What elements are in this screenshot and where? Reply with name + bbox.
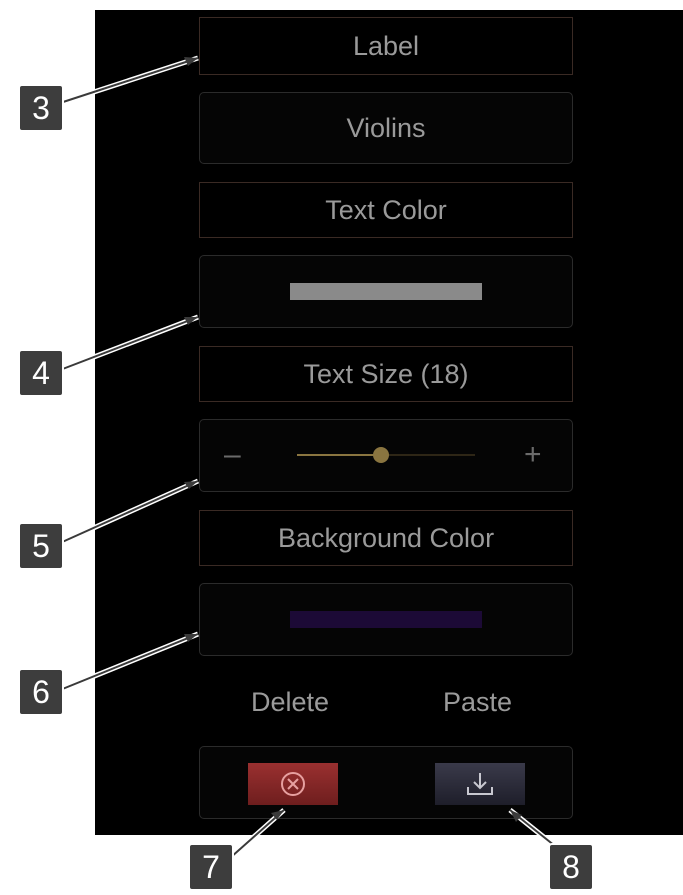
callout-badge-7: 7 xyxy=(188,843,234,891)
callout-badge-8: 8 xyxy=(548,843,594,891)
callout-badge-6: 6 xyxy=(18,668,64,716)
callout-badge-4: 4 xyxy=(18,349,64,397)
callout-arrows xyxy=(58,55,562,860)
callout-badge-3: 3 xyxy=(18,84,64,132)
callout-badge-5: 5 xyxy=(18,522,64,570)
